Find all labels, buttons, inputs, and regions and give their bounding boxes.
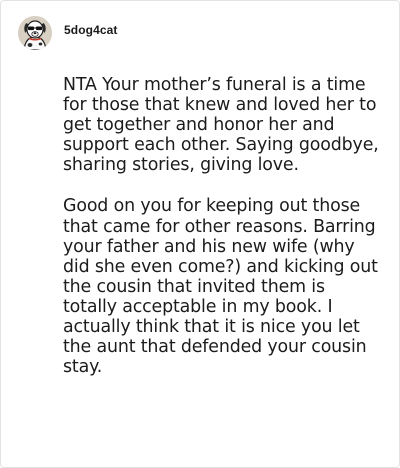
comment-paragraph: Good on you for keeping out those that c… [63, 196, 378, 378]
comment-header: 5dog4cat [18, 15, 117, 51]
user-avatar[interactable] [18, 16, 52, 50]
comment-paragraph: NTA Your mother’s funeral is a time for … [63, 75, 379, 176]
username[interactable]: 5dog4cat [64, 23, 117, 37]
comment-body: NTA Your mother’s funeral is a time for … [63, 75, 381, 377]
dog-with-sunglasses-icon [18, 16, 52, 50]
comment-card: 5dog4cat NTA Your mother’s funeral is a … [0, 0, 400, 468]
